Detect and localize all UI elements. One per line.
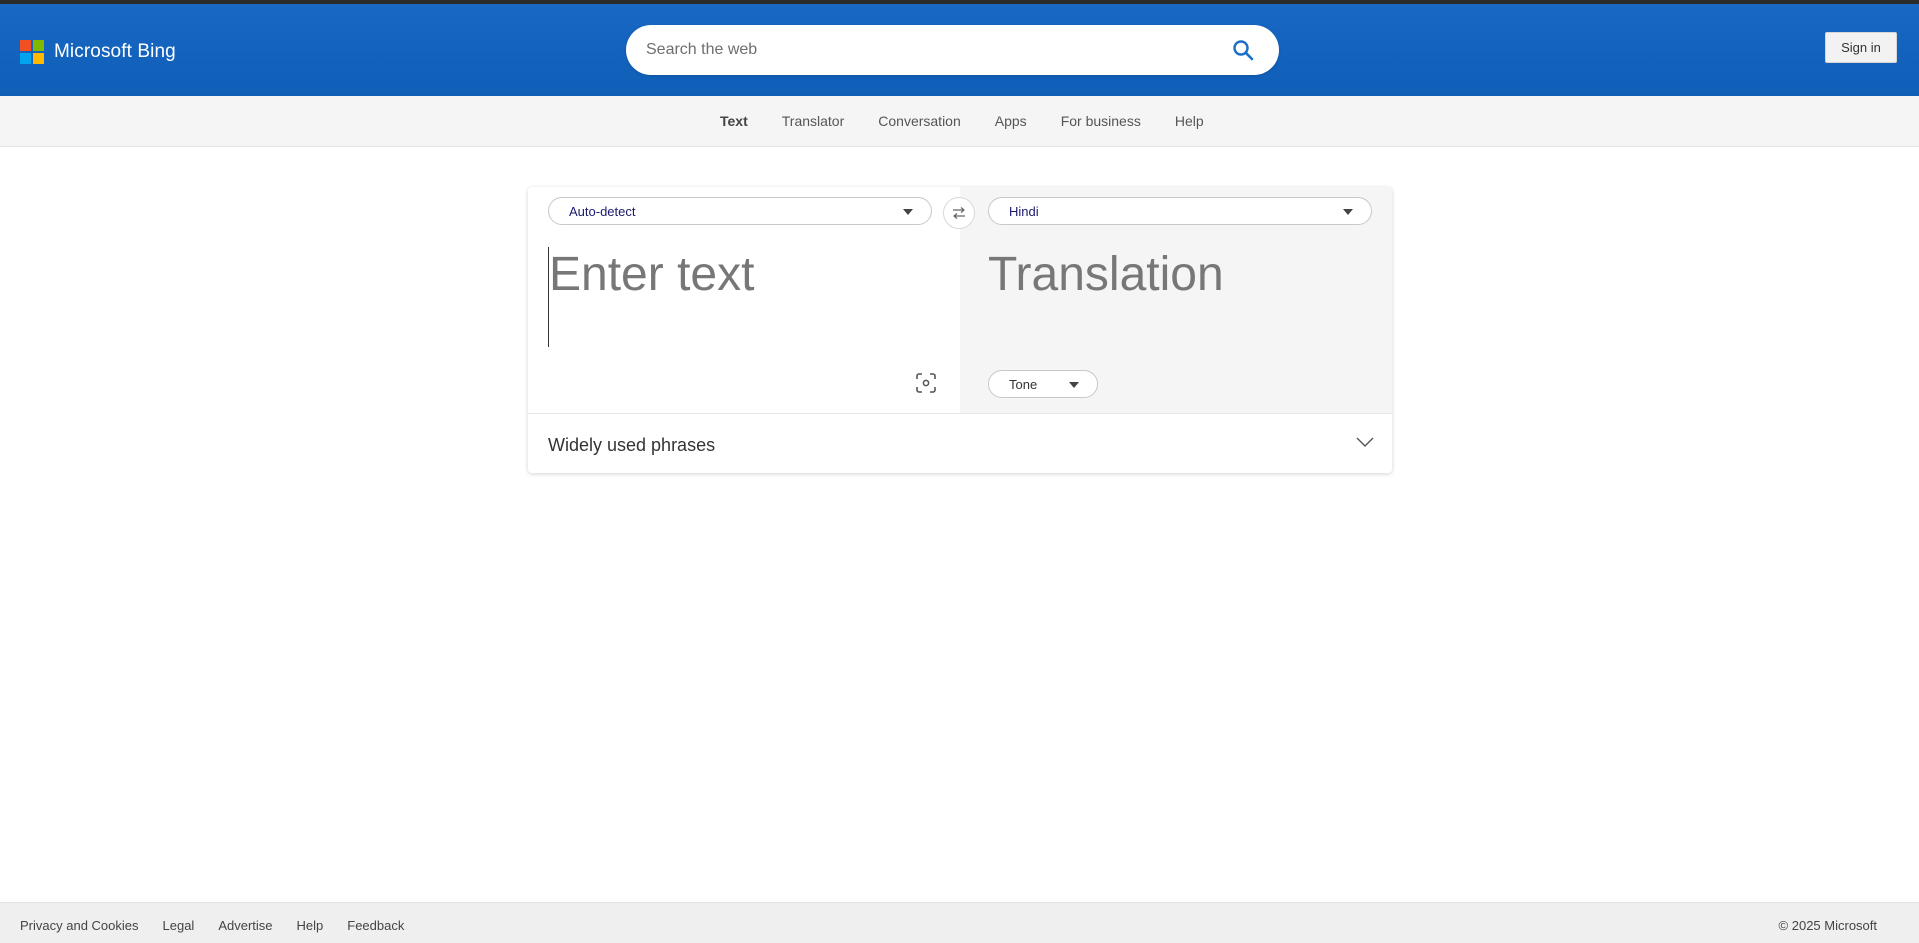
tab-for-business[interactable]: For business [1061, 113, 1141, 129]
brand-name: Microsoft Bing [54, 41, 176, 62]
footer: Privacy and Cookies Legal Advertise Help… [0, 902, 1919, 943]
search-box[interactable] [626, 25, 1279, 75]
tone-label: Tone [1009, 376, 1038, 392]
widely-used-phrases-expander[interactable]: Widely used phrases [528, 413, 1392, 473]
tab-conversation[interactable]: Conversation [878, 113, 961, 129]
tone-dropdown[interactable]: Tone [988, 370, 1098, 398]
copyright: © 2025 Microsoft [1778, 918, 1877, 933]
search-input[interactable] [646, 41, 1206, 59]
microsoft-logo-icon [20, 40, 44, 64]
source-pane: Auto-detect [528, 187, 960, 413]
sub-navigation: Text Translator Conversation Apps For bu… [0, 96, 1919, 147]
footer-links: Privacy and Cookies Legal Advertise Help… [20, 918, 428, 933]
target-pane: Hindi Translation Tone [960, 187, 1392, 413]
caret-down-icon [903, 209, 913, 215]
swap-languages-button[interactable] [943, 197, 975, 229]
camera-icon[interactable] [914, 371, 938, 395]
header-bar: Microsoft Bing Sign in [0, 4, 1919, 96]
footer-link-help[interactable]: Help [297, 918, 324, 933]
footer-link-privacy[interactable]: Privacy and Cookies [20, 918, 139, 933]
target-language-label: Hindi [1009, 203, 1039, 219]
footer-link-legal[interactable]: Legal [163, 918, 195, 933]
search-icon[interactable] [1231, 38, 1255, 62]
footer-link-feedback[interactable]: Feedback [347, 918, 404, 933]
tab-apps[interactable]: Apps [995, 113, 1027, 129]
tab-translator[interactable]: Translator [782, 113, 845, 129]
source-language-select[interactable]: Auto-detect [548, 197, 932, 225]
footer-link-advertise[interactable]: Advertise [218, 918, 272, 933]
translator-card: Auto-detect Hindi Translation Tone Widel… [528, 187, 1392, 473]
source-language-label: Auto-detect [569, 203, 636, 219]
caret-down-icon [1343, 209, 1353, 215]
sub-navigation-items: Text Translator Conversation Apps For bu… [720, 113, 1238, 129]
sign-in-button[interactable]: Sign in [1825, 32, 1897, 63]
target-language-select[interactable]: Hindi [988, 197, 1372, 225]
translation-output: Translation [988, 248, 1224, 301]
source-text-input[interactable] [548, 247, 938, 347]
swap-icon [953, 207, 965, 219]
phrases-label: Widely used phrases [548, 435, 716, 455]
chevron-down-icon [1356, 437, 1374, 447]
brand[interactable]: Microsoft Bing [20, 40, 176, 64]
tab-text[interactable]: Text [720, 113, 748, 129]
tab-help[interactable]: Help [1175, 113, 1204, 129]
caret-down-icon [1069, 382, 1079, 388]
